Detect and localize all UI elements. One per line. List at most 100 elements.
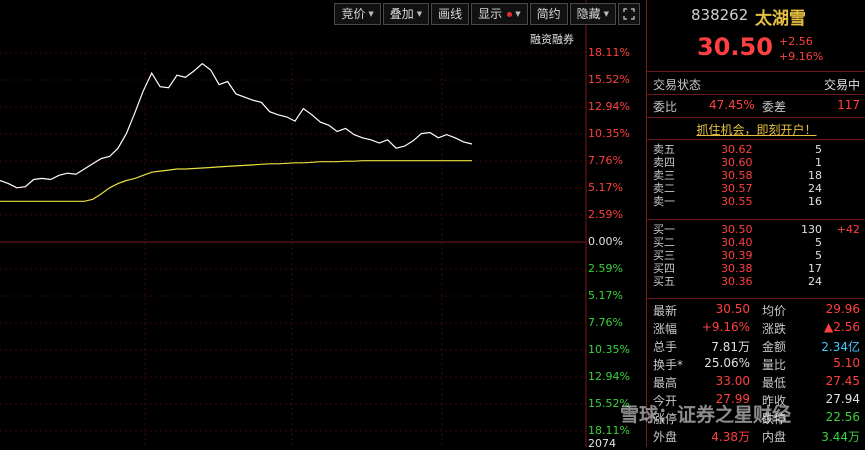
percent-tick-label: 10.35% — [588, 127, 630, 140]
bid-level-row[interactable]: 买五 30.36 24 — [647, 275, 865, 289]
stat-value: 7.81万 — [711, 340, 750, 354]
divider — [647, 94, 865, 95]
divider — [647, 298, 865, 299]
percent-tick-label: 5.17% — [588, 289, 623, 302]
stat-label: 换手* — [653, 358, 684, 372]
stock-name: 太湖雪 — [755, 9, 806, 29]
ask-level-row[interactable]: 卖三 30.58 18 — [647, 169, 865, 183]
level-label: 卖二 — [653, 182, 675, 195]
stat-row: 换手* 25.06% 量比 5.10 — [647, 356, 865, 374]
stat-label: 量比 — [762, 358, 787, 372]
bid-level-row[interactable]: 买一 30.50 130 +42 — [647, 223, 865, 237]
stat-label: 最新 — [653, 304, 678, 318]
percent-tick-label: 12.94% — [588, 100, 630, 113]
level-volume: 130 — [801, 223, 822, 236]
stat-label: 总手 — [653, 340, 678, 354]
intraday-chart[interactable] — [0, 0, 645, 447]
intraday-chart-area[interactable]: 竞价 ▼ 叠加 ▼ 画线 显示 ▼ 简约 隐藏 ▼ 融资融券 18.11% 15.52% 1… — [0, 0, 645, 450]
percent-tick-label: 15.52% — [588, 73, 630, 86]
divider — [647, 117, 865, 118]
level-label: 买二 — [653, 236, 675, 249]
quote-panel: 838262 太湖雪 30.50 +2.56 +9.16% 交易状态 交易中 委… — [646, 0, 865, 447]
ask-level-row[interactable]: 卖五 30.62 5 — [647, 143, 865, 157]
percent-tick-label: 10.35% — [588, 343, 630, 356]
level-price: 30.55 — [721, 195, 753, 208]
level-label: 买一 — [653, 223, 675, 236]
stock-code: 838262 — [691, 6, 749, 24]
percent-tick-label: 0.00% — [588, 235, 623, 248]
divider — [647, 219, 865, 220]
margin-trading-label[interactable]: 融资融券 — [530, 31, 574, 47]
simple-button[interactable]: 简约 — [529, 3, 568, 25]
level-volume: 1 — [815, 156, 822, 169]
percent-tick-label: 12.94% — [588, 370, 630, 383]
dropdown-arrow-icon: ▼ — [368, 10, 374, 18]
level-price: 30.58 — [721, 169, 753, 182]
divider — [647, 71, 865, 72]
level-price: 30.50 — [721, 223, 753, 236]
level-label: 买四 — [653, 262, 675, 275]
level-label: 卖三 — [653, 169, 675, 182]
percent-axis: 18.11% 15.52% 12.94% 10.35% 7.76% 5.17% 2.59% 0… — [588, 0, 643, 450]
level-volume: 5 — [815, 249, 822, 262]
stat-row: 涨幅 +9.16% 涨跌 ▲2.56 — [647, 320, 865, 338]
status-value: 交易中 — [823, 78, 860, 92]
status-label: 交易状态 — [653, 78, 702, 92]
level-price: 30.57 — [721, 182, 753, 195]
display-button[interactable]: 显示 ▼ — [471, 3, 528, 25]
level-label: 卖一 — [653, 195, 675, 208]
overlay-button[interactable]: 叠加 ▼ — [382, 3, 430, 25]
bid-button[interactable]: 竞价 ▼ — [334, 3, 381, 25]
stat-label: 涨幅 — [653, 322, 678, 336]
stat-value: 29.96 — [825, 302, 860, 316]
price-line — [0, 62, 473, 189]
stat-row: 最高 33.00 最低 27.45 — [647, 374, 865, 392]
stat-row: 最新 30.50 均价 29.96 — [647, 302, 865, 320]
ask-level-row[interactable]: 卖一 30.55 16 — [647, 195, 865, 209]
draw-label: 画线 — [438, 7, 463, 21]
stat-row: 总手 7.81万 金额 2.34亿 — [647, 338, 865, 356]
stat-value: 4.38万 — [711, 430, 750, 444]
overlay-label: 叠加 — [389, 7, 414, 21]
last-price: 30.50 — [697, 33, 773, 61]
open-account-link[interactable]: 抓住机会，即刻开户！ — [647, 121, 865, 138]
draw-line-button[interactable]: 画线 — [431, 3, 470, 25]
stat-value: 27.94 — [825, 392, 860, 406]
watermark-text: 雪球：证券之星财经 — [620, 404, 792, 426]
level-label: 买五 — [653, 275, 675, 288]
bid-label: 竞价 — [341, 7, 366, 21]
stat-label: 最高 — [653, 376, 678, 390]
bid-level-row[interactable]: 买四 30.38 17 — [647, 262, 865, 276]
percent-tick-label: 2.59% — [588, 208, 623, 221]
level-price: 30.60 — [721, 156, 753, 169]
ask-level-row[interactable]: 卖二 30.57 24 — [647, 182, 865, 196]
stat-value: 30.50 — [715, 302, 750, 316]
bid-level-row[interactable]: 买三 30.39 5 — [647, 249, 865, 263]
level-price: 30.36 — [721, 275, 753, 288]
level-volume: 24 — [808, 182, 822, 195]
stat-value: 22.56 — [825, 410, 860, 424]
stat-label: 均价 — [762, 304, 787, 318]
divider — [647, 139, 865, 140]
bid-level-row[interactable]: 买二 30.40 5 — [647, 236, 865, 250]
average-price-line — [0, 160, 472, 202]
order-diff-label: 委差 — [762, 100, 787, 114]
order-ratio-label: 委比 — [653, 100, 678, 114]
stat-row: 外盘 4.38万 内盘 3.44万 — [647, 428, 865, 446]
level-price: 30.62 — [721, 143, 753, 156]
stat-value: +9.16% — [701, 320, 750, 334]
stat-value: 5.10 — [833, 356, 860, 370]
level-price: 30.38 — [721, 262, 753, 275]
level-price: 30.40 — [721, 236, 753, 249]
stat-label: 涨跌 — [762, 322, 787, 336]
percent-tick-label: 7.76% — [588, 154, 623, 167]
volume-axis-label: 2074 — [588, 437, 616, 450]
change-block: +2.56 +9.16% — [779, 34, 823, 64]
percent-tick-label: 18.11% — [588, 46, 630, 59]
stat-label: 金额 — [762, 340, 787, 354]
level-volume: 24 — [808, 275, 822, 288]
level-label: 卖四 — [653, 156, 675, 169]
ask-level-row[interactable]: 卖四 30.60 1 — [647, 156, 865, 170]
level-volume: 16 — [808, 195, 822, 208]
stat-value: ▲2.56 — [824, 320, 860, 334]
